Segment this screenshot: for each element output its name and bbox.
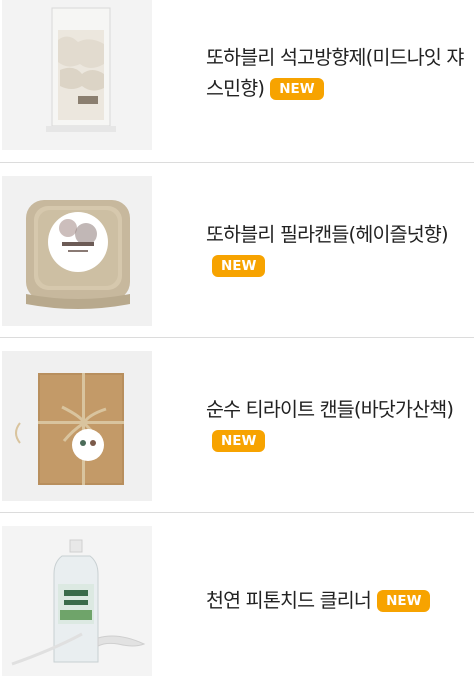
new-badge: NEW [270, 78, 324, 100]
product-thumbnail[interactable] [2, 176, 152, 326]
phytoncide-cleaner-image [2, 526, 152, 676]
new-badge: NEW [212, 430, 266, 452]
product-title-row[interactable]: 천연 피톤치드 클리너 NEW [206, 585, 468, 616]
product-thumbnail[interactable] [2, 0, 152, 150]
new-badge: NEW [212, 255, 266, 277]
list-item[interactable]: 또하블리 석고방향제(미드나잇 쟈스민향) NEW [0, 0, 474, 162]
product-title[interactable]: 천연 피톤치드 클리너 [206, 589, 372, 612]
product-thumbnail[interactable] [2, 526, 152, 676]
new-badge: NEW [377, 590, 431, 612]
product-title[interactable]: 순수 티라이트 캔들(바닷가산책) [206, 398, 454, 421]
product-title-row[interactable]: 순수 티라이트 캔들(바닷가산책) NEW [206, 394, 468, 456]
tealight-candle-image [2, 351, 152, 501]
list-item[interactable]: 또하블리 필라캔들(헤이즐넛향) NEW [0, 163, 474, 337]
product-title-row[interactable]: 또하블리 필라캔들(헤이즐넛향) NEW [206, 219, 468, 281]
product-title-row[interactable]: 또하블리 석고방향제(미드나잇 쟈스민향) NEW [206, 42, 468, 104]
product-title[interactable]: 또하블리 필라캔들(헤이즐넛향) [206, 223, 449, 246]
product-thumbnail[interactable] [2, 351, 152, 501]
list-item[interactable]: 천연 피톤치드 클리너 NEW [0, 513, 474, 676]
list-item[interactable]: 순수 티라이트 캔들(바닷가산책) NEW [0, 338, 474, 512]
pillar-candle-image [2, 176, 152, 326]
product-title[interactable]: 또하블리 석고방향제(미드나잇 쟈스민향) [206, 46, 464, 100]
plaster-diffuser-image [2, 0, 152, 150]
